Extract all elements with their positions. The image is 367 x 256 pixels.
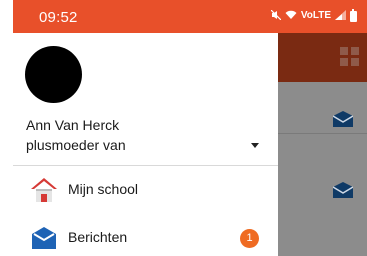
menu-item-mijn-school[interactable]: Mijn school	[13, 169, 278, 209]
background-app-scrim[interactable]	[278, 33, 367, 256]
volte-label: VoLTE	[300, 10, 331, 21]
avatar[interactable]	[25, 46, 82, 103]
school-icon	[31, 178, 57, 202]
mail-icon	[32, 227, 56, 249]
user-role[interactable]: plusmoeder van	[26, 137, 126, 153]
menu-item-berichten[interactable]: Berichten 1	[13, 217, 278, 256]
grid-icon	[340, 47, 359, 66]
chevron-down-icon[interactable]	[251, 143, 259, 148]
signal-icon	[335, 9, 346, 23]
user-name: Ann Van Herck	[26, 117, 120, 133]
status-time: 09:52	[39, 9, 78, 26]
mail-icon	[333, 111, 353, 127]
navigation-drawer: Ann Van Herck plusmoeder van Mijn school…	[13, 33, 278, 256]
background-app-header	[278, 33, 367, 82]
mail-icon	[333, 182, 353, 198]
status-icons: VoLTE	[270, 8, 357, 24]
menu-item-label: Mijn school	[68, 181, 139, 197]
background-divider	[278, 133, 367, 134]
mute-icon	[270, 9, 282, 23]
status-bar: 09:52 VoLTE	[13, 0, 367, 33]
menu-item-label: Berichten	[68, 229, 128, 245]
wifi-icon	[285, 10, 297, 23]
phone-screen: 09:52 VoLTE Ann Van Herck plusmoeder van…	[13, 0, 367, 256]
battery-icon	[350, 8, 357, 22]
divider	[13, 165, 278, 166]
unread-badge: 1	[240, 229, 259, 248]
